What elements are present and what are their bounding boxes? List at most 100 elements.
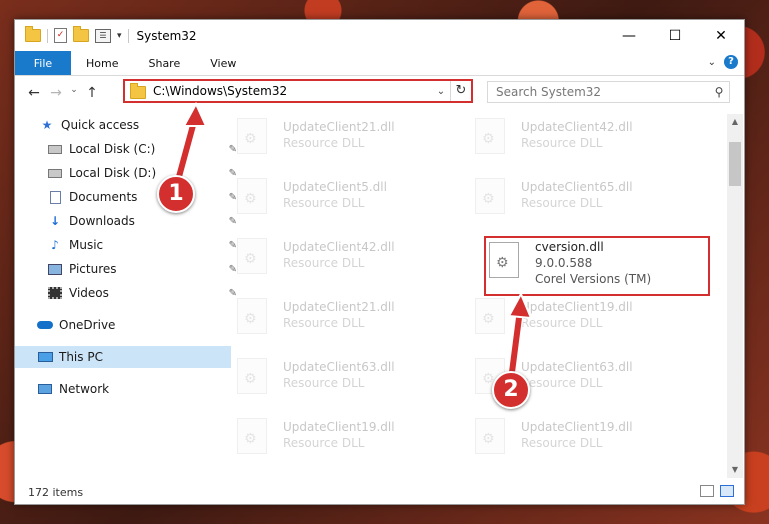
dll-file-icon <box>475 298 505 334</box>
file-item[interactable]: UpdateClient19.dll Resource DLL <box>463 294 683 342</box>
recent-locations-button[interactable]: ⌄ <box>67 85 81 101</box>
file-item[interactable]: UpdateClient42.dll Resource DLL <box>225 234 445 282</box>
up-button[interactable]: ↑ <box>81 85 103 101</box>
file-name: UpdateClient21.dll <box>283 300 395 314</box>
address-row: ← → ⌄ ↑ C:\Windows\System32 ⌄ ↻ Search S… <box>15 76 744 109</box>
file-explorer-window: ✓ ☰ ▾ System32 — ☐ ✕ File Home Share Vie… <box>14 19 745 505</box>
window-title: System32 <box>136 28 197 43</box>
maximize-button[interactable]: ☐ <box>652 20 698 51</box>
toolbar-dropdown-icon[interactable]: ▾ <box>117 31 122 41</box>
address-bar[interactable]: C:\Windows\System32 ⌄ ↻ <box>123 79 473 103</box>
file-type: Resource DLL <box>283 436 365 450</box>
file-item[interactable]: UpdateClient5.dll Resource DLL <box>225 174 445 222</box>
title-bar: ✓ ☰ ▾ System32 — ☐ ✕ <box>15 20 744 51</box>
sidebar-item-label: Network <box>59 382 110 396</box>
computer-icon <box>37 350 53 364</box>
sidebar-item-this-pc[interactable]: This PC <box>15 346 231 368</box>
sidebar-item-pictures[interactable]: Pictures ✎ <box>15 258 241 280</box>
file-type: Resource DLL <box>521 376 603 390</box>
tab-share[interactable]: Share <box>133 51 195 75</box>
sidebar-item-label: Pictures <box>69 262 117 276</box>
file-type: Resource DLL <box>283 376 365 390</box>
dll-file-icon <box>237 178 267 214</box>
cloud-icon <box>37 318 53 332</box>
search-input[interactable]: Search System32 <box>496 85 709 99</box>
dll-file-icon <box>475 178 505 214</box>
quick-access-toolbar: ✓ ☰ ▾ <box>25 26 129 43</box>
dll-file-icon <box>237 358 267 394</box>
search-icon[interactable]: ⚲ <box>709 85 729 99</box>
scroll-thumb[interactable] <box>729 142 741 186</box>
dll-file-icon <box>475 118 505 154</box>
sidebar-item-local-disk-c[interactable]: Local Disk (C:) ✎ <box>15 138 241 160</box>
sidebar-item-music[interactable]: ♪ Music ✎ <box>15 234 241 256</box>
minimize-button[interactable]: — <box>606 20 652 51</box>
file-item[interactable]: UpdateClient19.dll Resource DLL <box>463 414 683 462</box>
sidebar-item-label: Downloads <box>69 214 135 228</box>
file-type: Resource DLL <box>283 196 365 210</box>
address-path[interactable]: C:\Windows\System32 <box>153 84 432 98</box>
sidebar-item-label: Local Disk (C:) <box>69 142 156 156</box>
sidebar-item-onedrive[interactable]: OneDrive <box>15 314 231 336</box>
properties-check-icon[interactable]: ✓ <box>54 28 67 43</box>
file-item[interactable]: UpdateClient63.dll Resource DLL <box>225 354 445 402</box>
file-type: Resource DLL <box>283 316 365 330</box>
sidebar-item-network[interactable]: Network <box>15 378 231 400</box>
refresh-button[interactable]: ↻ <box>450 81 471 101</box>
chevron-down-icon[interactable]: ⌄ <box>432 86 450 97</box>
ribbon-tabs: File Home Share View ⌄ ? <box>15 51 744 76</box>
large-icons-view-icon[interactable] <box>720 485 734 497</box>
forward-button[interactable]: → <box>45 85 67 101</box>
vertical-scrollbar[interactable]: ▲ ▼ <box>727 114 743 478</box>
file-name: UpdateClient19.dll <box>521 420 633 434</box>
toolbar-divider <box>47 28 48 43</box>
picture-icon <box>47 262 63 276</box>
dll-file-icon <box>237 418 267 454</box>
file-name: UpdateClient42.dll <box>521 120 633 134</box>
file-item[interactable]: UpdateClient21.dll Resource DLL <box>225 294 445 342</box>
file-type: Resource DLL <box>521 136 603 150</box>
file-type: Resource DLL <box>283 136 365 150</box>
back-button[interactable]: ← <box>23 85 45 101</box>
sidebar-item-label: Videos <box>69 286 109 300</box>
view-buttons <box>700 485 734 497</box>
sidebar-item-label: OneDrive <box>59 318 116 332</box>
folder-icon <box>130 83 146 99</box>
network-icon <box>37 382 53 396</box>
file-type: Resource DLL <box>521 316 603 330</box>
tab-file[interactable]: File <box>15 51 71 75</box>
document-icon <box>47 190 63 204</box>
file-name: UpdateClient19.dll <box>283 420 395 434</box>
expand-ribbon-icon[interactable]: ⌄ <box>708 57 716 68</box>
dll-file-icon <box>237 118 267 154</box>
file-item[interactable]: UpdateClient21.dll Resource DLL <box>225 114 445 162</box>
file-name: UpdateClient42.dll <box>283 240 395 254</box>
help-icon[interactable]: ? <box>724 55 738 69</box>
sidebar-item-videos[interactable]: Videos ✎ <box>15 282 241 304</box>
sidebar-item-local-disk-d[interactable]: Local Disk (D:) ✎ <box>15 162 241 184</box>
scroll-up-icon[interactable]: ▲ <box>727 114 743 130</box>
file-item[interactable]: UpdateClient65.dll Resource DLL <box>463 174 683 222</box>
customize-icon[interactable]: ☰ <box>95 28 111 43</box>
music-icon: ♪ <box>51 238 59 252</box>
drive-icon <box>47 142 63 156</box>
file-list: UpdateClient21.dll Resource DLL UpdateCl… <box>225 114 725 470</box>
tab-view[interactable]: View <box>195 51 251 75</box>
sidebar-item-quick-access[interactable]: ★ Quick access <box>15 114 233 136</box>
video-icon <box>47 286 63 300</box>
item-count: 172 items <box>28 485 84 499</box>
sidebar-item-documents[interactable]: Documents ✎ <box>15 186 241 208</box>
close-button[interactable]: ✕ <box>698 20 744 51</box>
scroll-down-icon[interactable]: ▼ <box>727 462 743 478</box>
file-item[interactable]: UpdateClient42.dll Resource DLL <box>463 114 683 162</box>
details-view-icon[interactable] <box>700 485 714 497</box>
file-item[interactable]: UpdateClient19.dll Resource DLL <box>225 414 445 462</box>
file-name: UpdateClient63.dll <box>283 360 395 374</box>
sidebar-item-downloads[interactable]: ↓ Downloads ✎ <box>15 210 241 232</box>
folder-icon <box>25 26 41 42</box>
new-folder-icon[interactable] <box>73 26 89 42</box>
file-name: UpdateClient65.dll <box>521 180 633 194</box>
search-box[interactable]: Search System32 ⚲ <box>487 81 730 103</box>
file-name: UpdateClient63.dll <box>521 360 633 374</box>
tab-home[interactable]: Home <box>71 51 133 75</box>
